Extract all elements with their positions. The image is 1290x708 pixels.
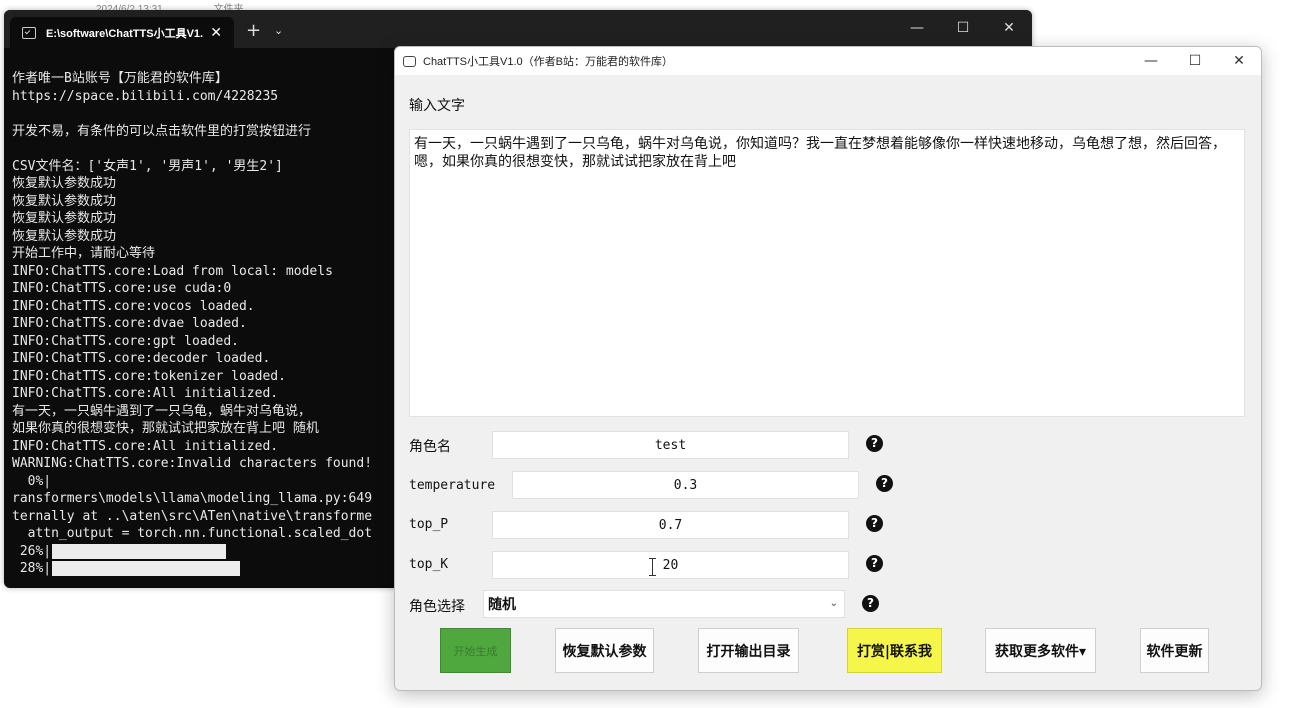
role-name-label: 角色名 [409, 439, 451, 455]
role-name-help-icon[interactable]: ? [866, 435, 883, 452]
software-update-button[interactable]: 软件更新 [1140, 628, 1209, 673]
terminal-tab-title: E:\software\ChatTTS小工具V1. [46, 27, 204, 40]
app-titlebar: ChatTTS小工具V1.0（作者B站：万能君的软件库） — ☐ ✕ [395, 47, 1261, 75]
top-p-input[interactable]: 0.7 [492, 511, 849, 539]
app-maximize-button[interactable]: ☐ [1173, 53, 1217, 69]
top-p-help-icon[interactable]: ? [866, 515, 883, 532]
progress-label: 28%| [12, 561, 52, 576]
top-k-input[interactable]: 20 [492, 551, 849, 579]
progress-label: 26%| [12, 543, 52, 559]
start-generate-button[interactable]: 开始生成 [440, 628, 511, 673]
app-close-button[interactable]: ✕ [1217, 53, 1261, 69]
text-cursor-icon [649, 558, 657, 576]
top-p-label: top_P [409, 517, 449, 532]
role-name-input[interactable]: test [492, 431, 849, 459]
role-select-label: 角色选择 [409, 599, 465, 615]
progress-bar [52, 543, 227, 559]
input-text-label: 输入文字 [409, 98, 465, 114]
app-minimize-button[interactable]: — [1129, 53, 1173, 69]
chevron-down-icon: ⌄ [829, 598, 838, 609]
terminal-minimize-button[interactable]: — [894, 20, 940, 36]
terminal-icon [22, 26, 36, 39]
new-tab-button[interactable]: + [246, 20, 261, 41]
temperature-input[interactable]: 0.3 [512, 471, 859, 499]
app-title: ChatTTS小工具V1.0（作者B站：万能君的软件库） [423, 56, 673, 68]
terminal-close-button[interactable]: ✕ [986, 20, 1032, 36]
close-tab-icon[interactable]: ✕ [210, 24, 222, 41]
more-software-button[interactable]: 获取更多软件▾ [985, 628, 1096, 673]
chat-icon [403, 55, 416, 67]
input-text-area[interactable]: 有一天，一只蜗牛遇到了一只乌龟，蜗牛对乌龟说，你知道吗？我一直在梦想着能够像你一… [409, 129, 1245, 417]
app-window-controls: — ☐ ✕ [1129, 47, 1261, 75]
restore-defaults-button[interactable]: 恢复默认参数 [555, 628, 654, 673]
open-output-dir-button[interactable]: 打开输出目录 [698, 628, 799, 673]
chattts-app-window: ChatTTS小工具V1.0（作者B站：万能君的软件库） — ☐ ✕ 输入文字 … [394, 46, 1262, 691]
role-select-value: 随机 [488, 597, 516, 613]
progress-bar [52, 561, 241, 577]
role-select-dropdown[interactable]: 随机 ⌄ [483, 590, 845, 618]
top-k-label: top_K [409, 557, 449, 572]
terminal-tab[interactable]: E:\software\ChatTTS小工具V1. ✕ [10, 17, 234, 48]
temperature-help-icon[interactable]: ? [876, 475, 893, 492]
role-select-help-icon[interactable]: ? [862, 595, 879, 612]
donate-contact-button[interactable]: 打赏|联系我 [847, 628, 942, 673]
top-k-help-icon[interactable]: ? [866, 555, 883, 572]
temperature-label: temperature [409, 478, 496, 493]
tab-dropdown-icon[interactable]: ⌄ [274, 24, 283, 37]
terminal-window-controls: — ☐ ✕ [894, 20, 1032, 36]
terminal-titlebar: E:\software\ChatTTS小工具V1. ✕ + ⌄ — ☐ ✕ [4, 10, 1032, 48]
terminal-maximize-button[interactable]: ☐ [940, 20, 986, 36]
